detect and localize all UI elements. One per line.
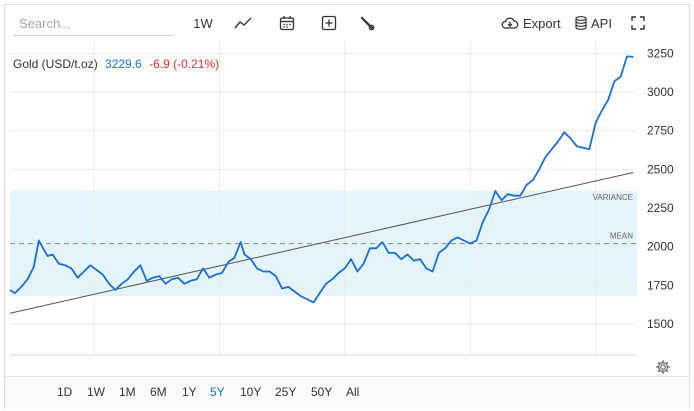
y-tick-label: 2500	[647, 162, 674, 176]
y-tick-label: 2250	[647, 201, 674, 215]
y-tick-label: 3000	[647, 85, 674, 99]
chart-widget: 1W Export API 1500 1750 2000 2250 2500 2750 30…	[4, 4, 690, 409]
legend-price: 3229.6	[105, 57, 142, 71]
mean-label: MEAN	[610, 232, 633, 241]
add-indicator-icon[interactable]	[319, 13, 339, 33]
api-label: API	[591, 15, 612, 31]
range-button-all[interactable]: All	[346, 385, 359, 399]
range-button-5y[interactable]: 5Y	[210, 385, 225, 399]
search-input[interactable]	[13, 12, 173, 36]
toolbar: 1W Export API	[5, 5, 689, 41]
range-button-1m[interactable]: 1M	[119, 385, 136, 399]
y-tick-label: 3250	[647, 46, 674, 60]
fullscreen-icon[interactable]	[629, 13, 647, 33]
y-tick-label: 1500	[647, 317, 674, 331]
calendar-icon[interactable]	[277, 13, 297, 33]
range-button-1w[interactable]: 1W	[87, 385, 105, 399]
legend: Gold (USD/t.oz) 3229.6 -6.9 (-0.21%)	[13, 57, 219, 71]
interval-button[interactable]: 1W	[191, 13, 215, 33]
legend-change: -6.9 (-0.21%)	[149, 57, 220, 71]
range-button-25y[interactable]: 25Y	[275, 385, 296, 399]
export-label: Export	[523, 15, 561, 31]
wrench-icon[interactable]	[357, 13, 377, 33]
line-chart-icon[interactable]	[233, 13, 253, 33]
database-icon	[575, 16, 587, 30]
interval-label: 1W	[193, 15, 213, 31]
range-selector: 1D 1W 1M 6M 1Y 5Y 10Y 25Y 50Y All	[5, 376, 689, 409]
price-chart[interactable]: 1500175020002250250027503000325020212022…	[5, 41, 689, 357]
range-button-1y[interactable]: 1Y	[182, 385, 197, 399]
cloud-download-icon	[501, 17, 519, 29]
legend-name: Gold (USD/t.oz)	[13, 57, 98, 71]
y-tick-label: 2750	[647, 124, 674, 138]
api-button[interactable]: API	[575, 13, 617, 33]
range-button-10y[interactable]: 10Y	[240, 385, 261, 399]
variance-label: VARIANCE	[593, 193, 633, 202]
y-tick-label: 1750	[647, 278, 674, 292]
export-button[interactable]: Export	[501, 13, 561, 33]
y-tick-label: 2000	[647, 240, 674, 254]
range-button-50y[interactable]: 50Y	[311, 385, 332, 399]
range-button-1d[interactable]: 1D	[57, 385, 72, 399]
range-button-6m[interactable]: 6M	[150, 385, 167, 399]
